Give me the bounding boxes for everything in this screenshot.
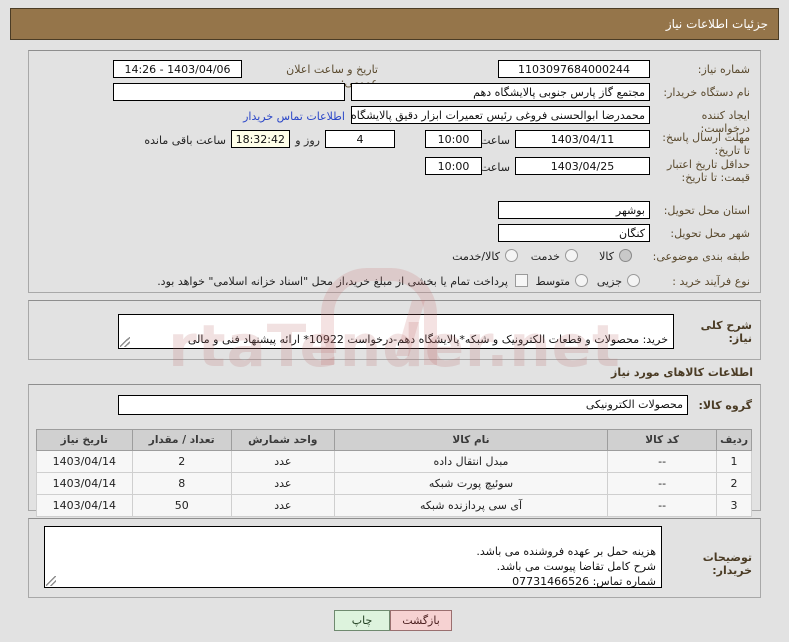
treasury-note-text: پرداخت تمام یا بخشی از مبلغ خرید،از محل … (157, 275, 508, 288)
cell-qty: 2 (131, 450, 232, 473)
general-description-label: شرح کلی نیاز: (700, 319, 752, 345)
cell-name: سوئیچ پورت شبکه (333, 472, 609, 495)
buyer-org-label: نام دستگاه خریدار: (663, 86, 750, 99)
response-deadline-time-field[interactable]: 10:00 (425, 130, 482, 148)
buyer-notes-panel: توضیحات خریدار: هزینه حمل بر عهده فروشند… (28, 518, 761, 598)
cell-unit: عدد (230, 494, 335, 517)
page-title: جزئیات اطلاعات نیاز (665, 17, 768, 31)
cell-date: 1403/04/14 (36, 494, 133, 517)
cell-date: 1403/04/14 (36, 450, 133, 473)
cell-row: 2 (716, 472, 752, 495)
response-deadline-date-field[interactable]: 1403/04/11 (515, 130, 650, 148)
response-deadline-days-label: روز و (295, 134, 320, 147)
cell-date: 1403/04/14 (36, 472, 133, 495)
creator-field[interactable]: محمدرضا ابوالحسنی فروغی رئیس تعمیرات ابز… (351, 106, 650, 124)
need-info-panel: شماره نیاز: 1103097684000244 تاریخ و ساع… (28, 50, 761, 293)
buyer-contact-link[interactable]: اطلاعات تماس خریدار (225, 110, 345, 124)
goods-table: ردیف کد کالا نام کالا واحد شمارش تعداد /… (36, 429, 752, 517)
print-button[interactable]: چاپ (334, 610, 390, 631)
response-deadline-time-label: ساعت (480, 134, 510, 147)
cell-name: آی سی پردازنده شبکه (333, 494, 609, 517)
delivery-province-label: استان محل تحویل: (663, 204, 750, 217)
buyer-notes-textarea[interactable]: هزینه حمل بر عهده فروشنده می باشد. شرح ک… (44, 526, 662, 588)
subject-option-label-1: خدمت (530, 250, 560, 263)
response-deadline-days-field[interactable]: 4 (325, 130, 395, 148)
cell-qty: 50 (131, 494, 232, 517)
subject-option-label-2: کالا/خدمت (452, 250, 500, 263)
col-header-name: نام کالا (333, 429, 609, 451)
subject-option-label-0: کالا (599, 250, 614, 263)
buyer-org-field[interactable]: مجتمع گاز پارس جنوبی پالایشگاه دهم (351, 83, 650, 101)
price-validity-time-label: ساعت (480, 161, 510, 174)
subject-category-label: طبقه بندی موضوعی: (652, 250, 750, 263)
purchase-option-label-1: متوسط (535, 275, 570, 288)
cell-row: 3 (716, 494, 752, 517)
need-number-label: شماره نیاز: (697, 63, 750, 76)
table-header-row: ردیف کد کالا نام کالا واحد شمارش تعداد /… (36, 429, 752, 451)
delivery-city-label: شهر محل تحویل: (670, 227, 750, 240)
cell-row: 1 (716, 450, 752, 473)
back-button[interactable]: بازگشت (390, 610, 452, 631)
table-row: 3 -- آی سی پردازنده شبکه عدد 50 1403/04/… (36, 494, 752, 517)
goods-table-panel: گروه کالا: محصولات الکترونیکی ردیف کد کا… (28, 384, 761, 517)
goods-section-heading: اطلاعات کالاهای مورد نیاز (611, 366, 753, 379)
cell-code: -- (607, 450, 718, 473)
general-description-panel: شرح کلی نیاز: خرید: محصولات و قطعات الکت… (28, 300, 761, 360)
resize-grip-icon[interactable] (46, 576, 56, 586)
buyer-notes-text: هزینه حمل بر عهده فروشنده می باشد. شرح ک… (476, 545, 656, 588)
general-description-textarea[interactable]: خرید: محصولات و قطعات الکترونیک و شبکه*پ… (118, 314, 674, 349)
radio-purchase-jozii[interactable] (627, 274, 640, 287)
table-row: 1 -- مبدل انتقال داده عدد 2 1403/04/14 (36, 450, 752, 473)
buyer-notes-label: توضیحات خریدار: (702, 551, 752, 577)
treasury-note-checkbox[interactable] (515, 274, 528, 287)
radio-subject-khedmat[interactable] (565, 249, 578, 262)
buyer-org-secondary-field[interactable] (113, 83, 345, 101)
radio-subject-kala-khedmat[interactable] (505, 249, 518, 262)
radio-subject-kala[interactable] (619, 249, 632, 262)
price-validity-label: حداقل تاریخ اعتبار قیمت: تا تاریخ: (666, 158, 750, 184)
response-deadline-label: مهلت ارسال پاسخ: تا تاریخ: (662, 131, 750, 157)
cell-unit: عدد (230, 472, 335, 495)
response-deadline-countdown-label: ساعت باقی مانده (144, 134, 226, 147)
response-deadline-countdown-field: 18:32:42 (231, 130, 290, 148)
cell-code: -- (607, 472, 718, 495)
col-header-date: تاریخ نیاز (36, 429, 133, 451)
delivery-province-field[interactable]: بوشهر (498, 201, 650, 219)
purchase-option-label-0: جزیی (596, 275, 622, 288)
cell-code: -- (607, 494, 718, 517)
col-header-unit: واحد شمارش (230, 429, 335, 451)
price-validity-time-field[interactable]: 10:00 (425, 157, 482, 175)
delivery-city-field[interactable]: کنگان (498, 224, 650, 242)
resize-grip-icon[interactable] (120, 337, 130, 347)
goods-group-field[interactable]: محصولات الکترونیکی (118, 395, 688, 415)
window-title-bar: جزئیات اطلاعات نیاز (10, 8, 779, 40)
table-row: 2 -- سوئیچ پورت شبکه عدد 8 1403/04/14 (36, 472, 752, 495)
announce-datetime-field[interactable]: 1403/04/06 - 14:26 (113, 60, 242, 78)
purchase-type-label: نوع فرآیند خرید : (672, 275, 750, 288)
cell-unit: عدد (230, 450, 335, 473)
table-body: 1 -- مبدل انتقال داده عدد 2 1403/04/14 2… (36, 450, 752, 517)
radio-purchase-motevaset[interactable] (575, 274, 588, 287)
col-header-code: کد کالا (607, 429, 718, 451)
cell-qty: 8 (131, 472, 232, 495)
general-description-text: خرید: محصولات و قطعات الکترونیک و شبکه*پ… (187, 333, 668, 346)
need-number-field[interactable]: 1103097684000244 (498, 60, 650, 78)
goods-group-label: گروه کالا: (698, 399, 752, 412)
price-validity-date-field[interactable]: 1403/04/25 (515, 157, 650, 175)
cell-name: مبدل انتقال داده (333, 450, 609, 473)
col-header-qty: تعداد / مقدار (131, 429, 232, 451)
page-root: جزئیات اطلاعات نیاز شماره نیاز: 11030976… (0, 0, 789, 642)
col-header-row: ردیف (716, 429, 752, 451)
